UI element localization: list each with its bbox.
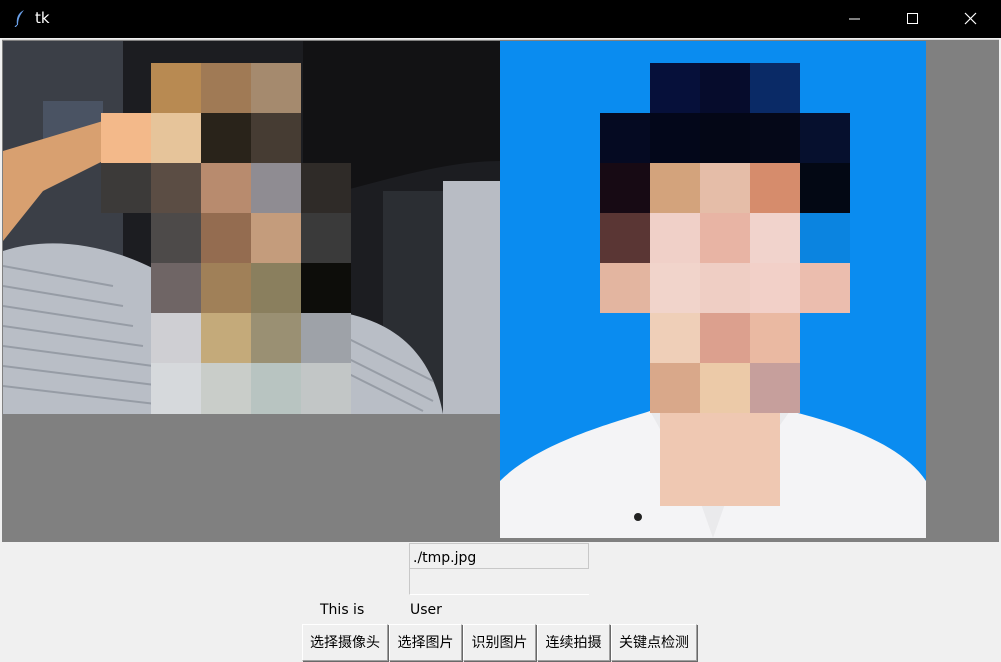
select-camera-button[interactable]: 选择摄像头 [302, 624, 388, 661]
camera-frame-image [3, 41, 500, 414]
minimize-icon [849, 18, 860, 20]
close-button[interactable] [942, 0, 1000, 38]
recognize-image-button[interactable]: 识别图片 [463, 624, 536, 661]
continuous-capture-button[interactable]: 连续拍摄 [537, 624, 610, 661]
result-prefix-label: This is [320, 602, 365, 618]
image-path-field[interactable] [409, 543, 589, 569]
minimize-button[interactable] [826, 0, 884, 38]
camera-frame [3, 41, 500, 414]
secondary-field[interactable] [409, 569, 589, 595]
app-window: tk ./tmp.jpg This is User 选择摄像头 选择图片 识别图… [0, 0, 1001, 662]
keypoint-detection-button[interactable]: 关键点检测 [611, 624, 697, 661]
close-icon [964, 12, 977, 25]
maximize-button[interactable] [884, 0, 942, 38]
result-name-label: User [410, 602, 442, 618]
maximize-icon [907, 13, 918, 24]
id-photo [500, 41, 926, 538]
feather-icon [12, 9, 28, 28]
image-canvas [2, 39, 999, 542]
window-title: tk [35, 9, 50, 27]
select-image-button[interactable]: 选择图片 [389, 624, 462, 661]
title-bar[interactable]: tk [0, 0, 1001, 38]
id-photo-image [500, 41, 926, 538]
